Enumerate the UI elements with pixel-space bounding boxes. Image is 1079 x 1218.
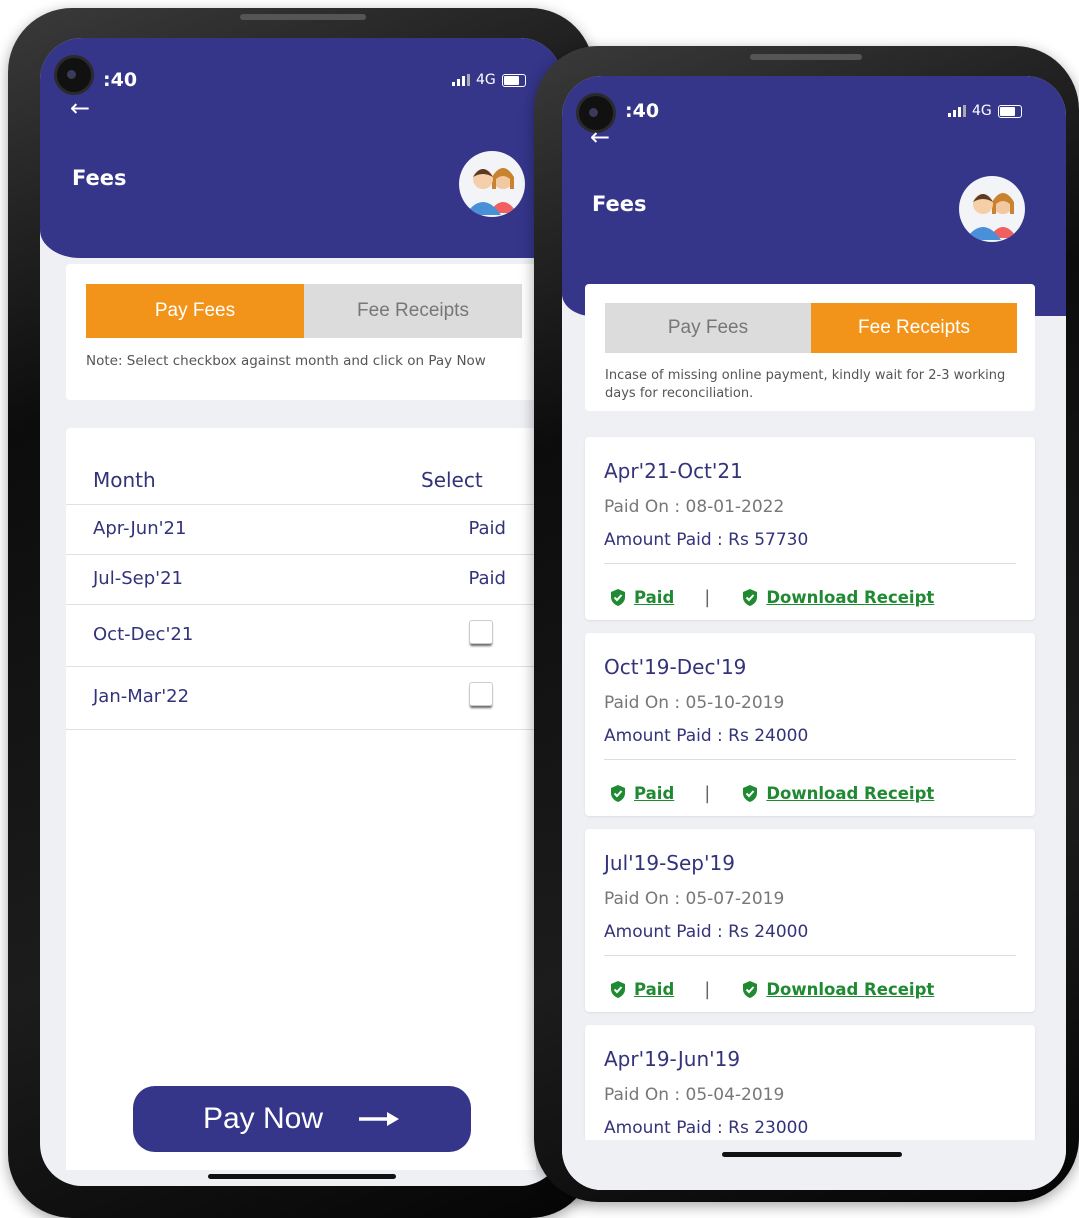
receipt-paid-on: Paid On : 05-07-2019 (604, 889, 785, 909)
receipt-actions: Paid | Download Receipt (610, 979, 934, 1000)
receipt-paid-on: Paid On : 05-04-2019 (604, 1085, 785, 1105)
shield-check-icon (611, 785, 625, 802)
month-label: Jan-Mar'22 (93, 686, 190, 707)
month-checkbox[interactable] (469, 620, 493, 644)
back-arrow-icon[interactable]: ← (590, 125, 610, 149)
right-tab-bar: Pay Fees Fee Receipts (605, 303, 1017, 353)
right-status-icons: 4G (948, 103, 1022, 119)
shield-check-icon (743, 589, 758, 606)
select-column-header: Select (421, 468, 483, 492)
left-speaker (240, 14, 366, 20)
tab-pay-fees[interactable]: Pay Fees (605, 303, 811, 353)
left-status-icons: 4G (452, 72, 526, 88)
parents-avatar-icon[interactable] (459, 151, 525, 217)
arrow-right-icon (359, 1112, 400, 1126)
left-note: Note: Select checkbox against month and … (86, 353, 486, 369)
pay-now-label: Pay Now (202, 1102, 324, 1135)
paid-link[interactable]: Paid (634, 588, 674, 607)
action-separator: | (704, 979, 711, 1000)
receipt-amount: Amount Paid : Rs 24000 (604, 726, 809, 746)
paid-status: Paid (468, 518, 506, 539)
receipt-divider (604, 563, 1016, 564)
battery-icon (997, 104, 1022, 118)
paid-link[interactable]: Paid (634, 980, 674, 999)
paid-link[interactable]: Paid (634, 784, 674, 803)
receipt-paid-on: Paid On : 08-01-2022 (604, 497, 785, 517)
receipt-divider (604, 955, 1016, 956)
tab-fee-receipts[interactable]: Fee Receipts (811, 303, 1017, 353)
receipt-divider (604, 759, 1016, 760)
right-network-label: 4G (972, 103, 992, 119)
receipt-amount: Amount Paid : Rs 24000 (604, 922, 809, 942)
parents-avatar-icon[interactable] (959, 176, 1025, 242)
shield-check-icon (743, 785, 758, 802)
left-tabs-card: Pay Fees Fee Receipts Note: Select check… (66, 264, 536, 400)
signal-icon (452, 74, 470, 86)
receipt-card: Oct'19-Dec'19 Paid On : 05-10-2019 Amoun… (585, 633, 1035, 816)
month-label: Jul-Sep'21 (93, 568, 183, 589)
right-status-time: :40 (625, 100, 660, 122)
receipt-actions: Paid | Download Receipt (610, 783, 934, 804)
left-page-title: Fees (72, 166, 127, 190)
right-note: Incase of missing online payment, kindly… (605, 368, 1006, 401)
download-receipt-link[interactable]: Download Receipt (766, 980, 934, 999)
right-bottom-bar (562, 1140, 1066, 1190)
left-camera (57, 58, 91, 92)
receipt-actions: Paid | Download Receipt (610, 587, 934, 608)
shield-check-icon (611, 589, 625, 606)
month-label: Oct-Dec'21 (93, 624, 194, 645)
pay-now-button[interactable]: Pay Now (133, 1086, 471, 1152)
right-phone-frame: :40 4G ← Fees Pay Fees Fee Receipts Inca… (534, 46, 1079, 1202)
shield-check-icon (611, 981, 625, 998)
right-speaker (750, 54, 862, 60)
right-page-title: Fees (592, 192, 647, 216)
action-separator: | (704, 783, 711, 804)
battery-icon (501, 73, 526, 87)
table-row: Apr-Jun'21 Paid (66, 504, 536, 555)
download-receipt-link[interactable]: Download Receipt (766, 588, 934, 607)
action-separator: | (704, 587, 711, 608)
receipt-card: Jul'19-Sep'19 Paid On : 05-07-2019 Amoun… (585, 829, 1035, 1012)
left-status-time: :40 (103, 69, 138, 91)
left-phone-frame: :40 4G ← Fees Pay Fees Fee Receipts Note… (8, 8, 594, 1218)
receipt-period: Apr'19-Jun'19 (604, 1047, 741, 1071)
month-column-header: Month (93, 468, 156, 492)
left-screen: :40 4G ← Fees Pay Fees Fee Receipts Note… (40, 38, 562, 1186)
signal-icon (948, 105, 966, 117)
tab-fee-receipts[interactable]: Fee Receipts (304, 284, 522, 338)
receipt-paid-on: Paid On : 05-10-2019 (604, 693, 785, 713)
receipt-period: Jul'19-Sep'19 (604, 851, 735, 875)
shield-check-icon (743, 981, 758, 998)
month-label: Apr-Jun'21 (93, 518, 187, 539)
receipt-amount: Amount Paid : Rs 23000 (604, 1118, 809, 1138)
paid-status: Paid (468, 568, 506, 589)
left-tab-bar: Pay Fees Fee Receipts (86, 284, 522, 338)
right-screen: :40 4G ← Fees Pay Fees Fee Receipts Inca… (562, 76, 1066, 1190)
table-row: Oct-Dec'21 (66, 604, 536, 667)
receipt-period: Oct'19-Dec'19 (604, 655, 747, 679)
back-arrow-icon[interactable]: ← (70, 96, 90, 120)
right-home-indicator (722, 1152, 902, 1157)
receipt-period: Apr'21-Oct'21 (604, 459, 743, 483)
left-network-label: 4G (476, 72, 496, 88)
month-checkbox[interactable] (469, 682, 493, 706)
left-home-indicator (208, 1174, 396, 1179)
table-row: Jul-Sep'21 Paid (66, 554, 536, 605)
download-receipt-link[interactable]: Download Receipt (766, 784, 934, 803)
right-tabs-card: Pay Fees Fee Receipts Incase of missing … (585, 284, 1035, 411)
months-table: Month Select Apr-Jun'21 Paid Jul-Sep'21 … (66, 428, 536, 730)
tab-pay-fees[interactable]: Pay Fees (86, 284, 304, 338)
receipt-card: Apr'21-Oct'21 Paid On : 08-01-2022 Amoun… (585, 437, 1035, 620)
table-row: Jan-Mar'22 (66, 666, 536, 730)
receipt-amount: Amount Paid : Rs 57730 (604, 530, 809, 550)
